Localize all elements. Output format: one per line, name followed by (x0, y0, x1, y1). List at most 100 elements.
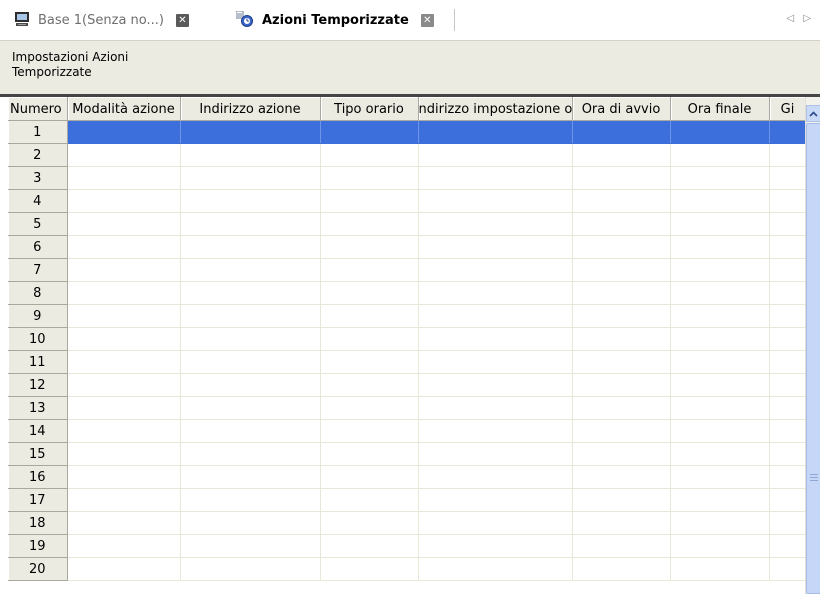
table-row[interactable]: 9 (8, 304, 807, 328)
table-row[interactable]: 8 (8, 281, 807, 305)
table-cell[interactable] (320, 212, 419, 236)
table-cell[interactable] (418, 373, 573, 397)
table-cell[interactable] (320, 304, 419, 328)
table-cell[interactable] (320, 120, 419, 144)
table-cell[interactable] (67, 557, 181, 581)
table-cell[interactable] (320, 511, 419, 535)
row-number[interactable]: 14 (8, 419, 68, 443)
table-cell[interactable] (67, 419, 181, 443)
table-cell[interactable] (670, 120, 770, 144)
table-cell[interactable] (180, 143, 321, 167)
table-cell[interactable] (670, 189, 770, 213)
table-cell[interactable] (670, 327, 770, 351)
table-cell[interactable] (67, 304, 181, 328)
table-cell[interactable] (572, 396, 671, 420)
table-cell[interactable] (180, 534, 321, 558)
table-cell[interactable] (769, 235, 807, 259)
table-cell[interactable] (320, 488, 419, 512)
table-cell[interactable] (418, 557, 573, 581)
table-cell[interactable] (572, 488, 671, 512)
table-cell[interactable] (67, 534, 181, 558)
table-cell[interactable] (180, 442, 321, 466)
table-cell[interactable] (180, 166, 321, 190)
table-cell[interactable] (769, 258, 807, 282)
table-cell[interactable] (180, 212, 321, 236)
table-row[interactable]: 4 (8, 189, 807, 213)
table-cell[interactable] (769, 465, 807, 489)
table-cell[interactable] (418, 350, 573, 374)
row-number[interactable]: 19 (8, 534, 68, 558)
table-cell[interactable] (670, 442, 770, 466)
table-row[interactable]: 12 (8, 373, 807, 397)
table-row[interactable]: 16 (8, 465, 807, 489)
table-cell[interactable] (670, 534, 770, 558)
table-cell[interactable] (67, 212, 181, 236)
vertical-scrollbar[interactable] (805, 97, 820, 594)
table-cell[interactable] (320, 166, 419, 190)
table-cell[interactable] (320, 327, 419, 351)
table-cell[interactable] (670, 511, 770, 535)
table-cell[interactable] (670, 166, 770, 190)
table-cell[interactable] (572, 235, 671, 259)
table-cell[interactable] (67, 488, 181, 512)
table-row[interactable]: 13 (8, 396, 807, 420)
table-cell[interactable] (670, 258, 770, 282)
table-cell[interactable] (670, 557, 770, 581)
table-cell[interactable] (572, 442, 671, 466)
table-row[interactable]: 6 (8, 235, 807, 259)
table-cell[interactable] (670, 350, 770, 374)
table-cell[interactable] (418, 534, 573, 558)
table-row[interactable]: 17 (8, 488, 807, 512)
table-cell[interactable] (572, 327, 671, 351)
column-header[interactable]: Numero (8, 97, 68, 121)
row-number[interactable]: 5 (8, 212, 68, 236)
row-number[interactable]: 12 (8, 373, 68, 397)
table-cell[interactable] (769, 534, 807, 558)
table-cell[interactable] (67, 120, 181, 144)
column-header[interactable]: Gi (769, 97, 807, 121)
table-cell[interactable] (418, 488, 573, 512)
table-cell[interactable] (418, 281, 573, 305)
table-cell[interactable] (670, 281, 770, 305)
table-cell[interactable] (180, 258, 321, 282)
row-number[interactable]: 11 (8, 350, 68, 374)
table-cell[interactable] (418, 304, 573, 328)
table-cell[interactable] (320, 189, 419, 213)
tab-azioni-temporizzate[interactable]: Azioni Temporizzate ✕ (235, 0, 434, 40)
table-cell[interactable] (67, 465, 181, 489)
table-cell[interactable] (572, 373, 671, 397)
table-cell[interactable] (769, 189, 807, 213)
table-cell[interactable] (769, 120, 807, 144)
scroll-thumb[interactable] (806, 123, 820, 594)
table-cell[interactable] (670, 488, 770, 512)
table-cell[interactable] (572, 557, 671, 581)
table-cell[interactable] (769, 373, 807, 397)
table-cell[interactable] (670, 373, 770, 397)
close-icon[interactable]: ✕ (420, 13, 434, 27)
table-cell[interactable] (320, 281, 419, 305)
table-cell[interactable] (67, 350, 181, 374)
table-cell[interactable] (769, 327, 807, 351)
table-row[interactable]: 20 (8, 557, 807, 581)
table-row[interactable]: 11 (8, 350, 807, 374)
table-cell[interactable] (418, 465, 573, 489)
row-number[interactable]: 10 (8, 327, 68, 351)
table-cell[interactable] (67, 258, 181, 282)
table-cell[interactable] (67, 143, 181, 167)
table-cell[interactable] (180, 235, 321, 259)
row-number[interactable]: 6 (8, 235, 68, 259)
table-cell[interactable] (180, 419, 321, 443)
table-cell[interactable] (572, 212, 671, 236)
table-cell[interactable] (418, 166, 573, 190)
table-cell[interactable] (67, 511, 181, 535)
table-cell[interactable] (769, 557, 807, 581)
table-cell[interactable] (572, 281, 671, 305)
table-cell[interactable] (670, 212, 770, 236)
table-cell[interactable] (572, 304, 671, 328)
table-row[interactable]: 10 (8, 327, 807, 351)
row-number[interactable]: 7 (8, 258, 68, 282)
table-cell[interactable] (320, 235, 419, 259)
table-cell[interactable] (320, 557, 419, 581)
table-cell[interactable] (670, 304, 770, 328)
table-row[interactable]: 7 (8, 258, 807, 282)
